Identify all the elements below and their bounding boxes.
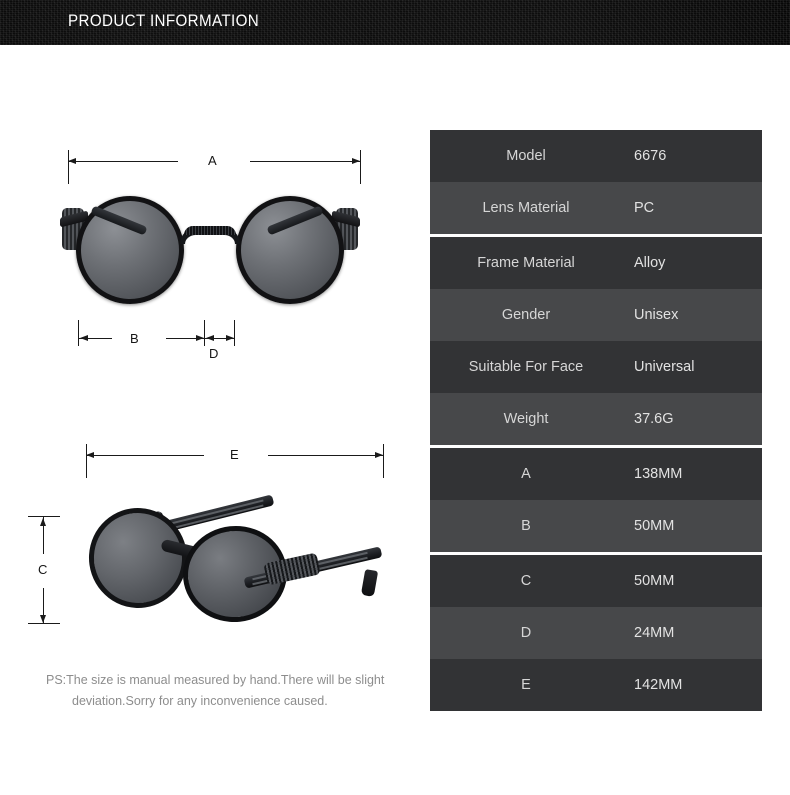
nose-bridge-texture <box>184 226 236 235</box>
page-title: PRODUCT INFORMATION <box>68 12 260 30</box>
dim-a-tick-right <box>360 150 361 184</box>
spec-label: Frame Material <box>477 255 575 271</box>
dim-e-arrow-right <box>375 452 383 458</box>
spec-value: 6676 <box>634 148 667 164</box>
dim-a-arrow-right <box>352 158 360 164</box>
table-row: Suitable For Face Universal <box>430 341 762 393</box>
dim-d-tick-right <box>234 320 235 346</box>
table-row: Model 6676 <box>430 130 762 182</box>
dim-a-arrow-left <box>68 158 76 164</box>
lens-right <box>236 196 344 304</box>
table-row: Weight 37.6G <box>430 393 762 445</box>
dim-b-tick-left <box>78 320 79 346</box>
sunglasses-side-view <box>75 494 383 628</box>
table-row: Gender Unisex <box>430 289 762 341</box>
spec-label: A <box>521 466 531 482</box>
spec-group: C 50MM D 24MM E 142MM <box>430 555 762 711</box>
spec-value: Unisex <box>634 307 679 323</box>
dim-d-arrow-right <box>226 335 234 341</box>
spec-label: Weight <box>503 411 549 427</box>
spec-label: E <box>521 677 531 693</box>
dim-b-arrow-left <box>80 335 88 341</box>
specification-table: Model 6676 Lens Material PC Frame Material Al… <box>430 130 762 714</box>
spec-value: 50MM <box>634 573 675 589</box>
spec-label: Model <box>506 148 546 164</box>
dim-e-tick-left <box>86 444 87 478</box>
dim-c-arrow-down <box>40 615 46 623</box>
table-row: D 24MM <box>430 607 762 659</box>
dim-label-a: A <box>208 153 217 168</box>
dim-e-tick-right <box>383 444 384 478</box>
spec-group: Model 6676 Lens Material PC <box>430 130 762 234</box>
dim-c-tick-bottom <box>28 623 60 624</box>
dim-a-line-right <box>250 161 360 162</box>
dim-d-arrow-left <box>206 335 214 341</box>
disclaimer-line-2: deviation.Sorry for any inconvenience ca… <box>72 694 328 708</box>
measurement-disclaimer: PS:The size is manual measured by hand.T… <box>46 670 386 712</box>
spec-group: A 138MM B 50MM <box>430 448 762 552</box>
table-row: A 138MM <box>430 448 762 500</box>
table-row: Frame Material Alloy <box>430 237 762 289</box>
spec-value: Universal <box>634 359 695 375</box>
dim-a-tick-left <box>68 150 69 184</box>
dim-label-b: B <box>130 331 139 346</box>
spec-label: B <box>521 518 531 534</box>
dim-c-arrow-up <box>40 518 46 526</box>
spec-value: 50MM <box>634 518 675 534</box>
dim-c-tick-top <box>28 516 60 517</box>
spec-value: Alloy <box>634 255 666 271</box>
spec-label: Suitable For Face <box>468 359 584 375</box>
dim-label-e: E <box>230 447 239 462</box>
dim-label-d: D <box>209 346 219 361</box>
dim-b-arrow-right <box>196 335 204 341</box>
table-row: C 50MM <box>430 555 762 607</box>
spec-value: 138MM <box>634 466 683 482</box>
spec-group: Frame Material Alloy Gender Unisex Suitable … <box>430 237 762 445</box>
sunglasses-front-view <box>60 190 360 315</box>
spec-label: C <box>520 573 532 589</box>
dim-e-line-left <box>86 455 204 456</box>
spec-value: 24MM <box>634 625 675 641</box>
temple-tip <box>360 569 379 597</box>
spec-value: PC <box>634 200 655 216</box>
header-bar: PRODUCT INFORMATION <box>0 0 790 45</box>
dim-e-line-right <box>268 455 383 456</box>
dim-a-line-left <box>68 161 178 162</box>
dim-b-tick-right <box>204 320 205 346</box>
spec-value: 37.6G <box>634 411 674 427</box>
table-row: B 50MM <box>430 500 762 552</box>
spec-label: D <box>520 625 532 641</box>
table-row: Lens Material PC <box>430 182 762 234</box>
dim-label-c: C <box>38 562 48 577</box>
spec-label: Gender <box>501 307 551 323</box>
dim-e-arrow-left <box>86 452 94 458</box>
disclaimer-line-1: PS:The size is manual measured by hand.T… <box>46 673 385 687</box>
spec-value: 142MM <box>634 677 683 693</box>
spec-label: Lens Material <box>482 200 570 216</box>
table-row: E 142MM <box>430 659 762 711</box>
